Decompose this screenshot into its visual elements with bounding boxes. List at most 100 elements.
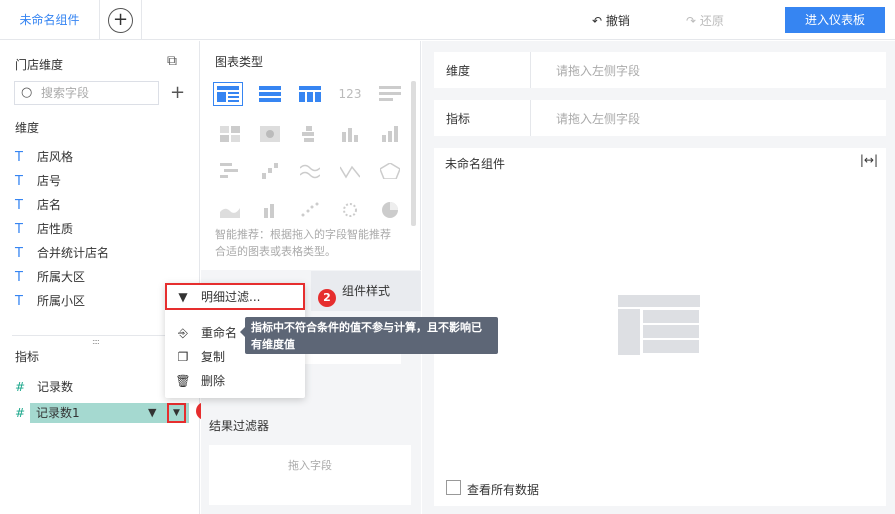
component-canvas: 未命名组件 |↔| 查看所有数据 xyxy=(434,148,886,506)
metric-row-label: 指标 xyxy=(446,112,471,126)
kpi-chart-icon[interactable]: 123 xyxy=(335,82,365,106)
chart-type-title: 图表类型 xyxy=(215,55,264,69)
tab-component[interactable]: 未命名组件 xyxy=(0,0,100,40)
menu-item-label: 删除 xyxy=(201,374,226,388)
detail-filter-tooltip: 指标中不符合条件的值不参与计算，且不影响已有维度值 xyxy=(240,317,498,354)
line-chart-icon[interactable] xyxy=(295,159,325,183)
redo-label: 还原 xyxy=(699,14,724,28)
trash-icon: 🗑 xyxy=(175,374,191,388)
dimension-field[interactable]: T 所属大区 xyxy=(15,266,85,288)
metric-dropdown-button[interactable]: ▼ xyxy=(167,403,186,423)
group-table-chart-icon[interactable] xyxy=(255,82,285,106)
text-type-icon: T xyxy=(15,270,23,285)
text-type-icon: T xyxy=(15,246,23,261)
result-filter-title: 结果过滤器 xyxy=(209,419,270,433)
metric-label: 记录数 xyxy=(37,380,74,394)
waterfall-chart-icon[interactable] xyxy=(255,159,285,183)
range-chart-icon[interactable] xyxy=(215,159,245,183)
map-chart-icon[interactable] xyxy=(255,122,285,146)
text-chart-icon[interactable] xyxy=(375,82,405,106)
text-type-icon: T xyxy=(15,150,23,165)
search-icon: ○ xyxy=(21,85,33,100)
dimension-field[interactable]: T 店名 xyxy=(15,194,61,216)
add-field-icon[interactable]: + xyxy=(170,82,185,103)
undo-icon: ↶ xyxy=(592,14,603,28)
text-type-icon: T xyxy=(15,294,23,309)
preview-panel: 维度 请拖入左侧字段 指标 请拖入左侧字段 未命名组件 |↔| 查看所有数据 xyxy=(422,41,895,514)
redo-icon: ↷ xyxy=(686,14,697,28)
row-separator xyxy=(530,100,531,136)
dimension-field[interactable]: T 店号 xyxy=(15,170,61,192)
dimension-dropzone[interactable]: 维度 请拖入左侧字段 xyxy=(434,52,886,88)
text-type-icon: T xyxy=(15,222,23,237)
stacked-bar-chart-icon[interactable] xyxy=(295,122,325,146)
smart-recommend-tip: 智能推荐：根据拖入的字段智能推荐合适的图表或表格类型。 xyxy=(215,228,391,258)
dimension-field[interactable]: T 店性质 xyxy=(15,218,73,240)
dimension-field[interactable]: T 店风格 xyxy=(15,146,73,168)
empty-table-illustration xyxy=(618,295,700,355)
highlight-box xyxy=(165,283,305,310)
undo-button[interactable]: ↶ 撤销 xyxy=(592,12,630,29)
row-separator xyxy=(530,52,531,88)
view-all-checkbox[interactable] xyxy=(446,480,461,495)
column-chart-icon[interactable] xyxy=(335,122,365,146)
text-type-icon: T xyxy=(15,198,23,213)
redo-button[interactable]: ↷ 还原 xyxy=(686,12,724,29)
detail-table-chart-icon[interactable] xyxy=(295,82,325,106)
step-badge-2: 2 xyxy=(318,289,336,307)
resize-handle[interactable]: :::: xyxy=(92,337,100,346)
expand-width-icon[interactable]: |↔| xyxy=(860,153,878,167)
text-type-icon: T xyxy=(15,174,23,189)
combo-chart-icon[interactable] xyxy=(255,198,285,222)
top-bar: 未命名组件 + ↶ 撤销 ↷ 还原 进入仪表板 xyxy=(0,0,895,40)
dataset-title: 门店维度 xyxy=(15,58,64,72)
search-box: ○ xyxy=(14,81,159,105)
number-type-icon: # xyxy=(15,380,26,394)
panel-divider xyxy=(12,335,188,336)
dimension-label: 店名 xyxy=(37,198,62,212)
number-type-icon: # xyxy=(15,406,26,420)
radar-chart-icon[interactable] xyxy=(375,159,405,183)
tab-divider xyxy=(141,0,142,40)
dimension-label: 店号 xyxy=(37,174,62,188)
polyline-chart-icon[interactable] xyxy=(335,159,365,183)
dimension-label: 合并统计店名 xyxy=(37,246,110,260)
selected-metric-label: 记录数1 xyxy=(36,406,80,420)
field-panel: 门店维度 ⧉ ○ + 维度 T店风格 T店号 T店名 T店性质 T合并统计店名 … xyxy=(0,41,200,514)
area-chart-icon[interactable] xyxy=(215,198,245,222)
scatter-chart-icon[interactable] xyxy=(295,198,325,222)
menu-item-label: 复制 xyxy=(201,350,226,364)
dimension-placeholder: 请拖入左侧字段 xyxy=(556,64,641,78)
canvas-title: 未命名组件 xyxy=(445,157,506,171)
pie-chart-icon[interactable] xyxy=(375,198,405,222)
metric-header: 指标 xyxy=(15,350,40,364)
scrollbar[interactable] xyxy=(411,81,416,226)
metric-dropzone[interactable]: 指标 请拖入左侧字段 xyxy=(434,100,886,136)
undo-label: 撤销 xyxy=(605,14,630,28)
metric-field[interactable]: # 记录数 xyxy=(15,376,73,398)
metric-placeholder: 请拖入左侧字段 xyxy=(556,112,641,126)
add-tab-button[interactable]: + xyxy=(108,8,133,33)
dimension-label: 所属小区 xyxy=(37,294,86,308)
dimension-row-label: 维度 xyxy=(446,64,471,78)
dimension-label: 店风格 xyxy=(37,150,74,164)
enter-dashboard-button[interactable]: 进入仪表板 xyxy=(785,7,885,33)
dimension-field[interactable]: T 所属小区 xyxy=(15,290,85,312)
search-input[interactable] xyxy=(41,84,151,102)
heatmap-chart-icon[interactable] xyxy=(215,122,245,146)
result-filter-dropzone[interactable]: 拖入字段 xyxy=(209,445,411,505)
filter-icon: ▼ xyxy=(148,406,157,419)
chart-config-panel: 图表类型 123 智能推荐：根据拖入的字段智能推荐合适的图表或表格类型。 组件样… xyxy=(201,41,421,514)
bar-chart-icon[interactable] xyxy=(375,122,405,146)
cross-table-chart-icon[interactable] xyxy=(213,82,243,106)
rename-icon: ⎆ xyxy=(178,326,188,340)
dimension-field[interactable]: T 合并统计店名 xyxy=(15,242,109,264)
dimension-label: 店性质 xyxy=(37,222,74,236)
result-filter-section: 结果过滤器 拖入字段 xyxy=(201,405,421,514)
copy-icon: ❐ xyxy=(177,350,189,364)
view-all-label: 查看所有数据 xyxy=(467,483,540,497)
dimension-label: 所属大区 xyxy=(37,270,86,284)
switch-dataset-icon[interactable]: ⧉ xyxy=(167,53,177,69)
menu-item-delete[interactable]: 🗑 删除 xyxy=(165,369,305,393)
bubble-chart-icon[interactable] xyxy=(335,198,365,222)
